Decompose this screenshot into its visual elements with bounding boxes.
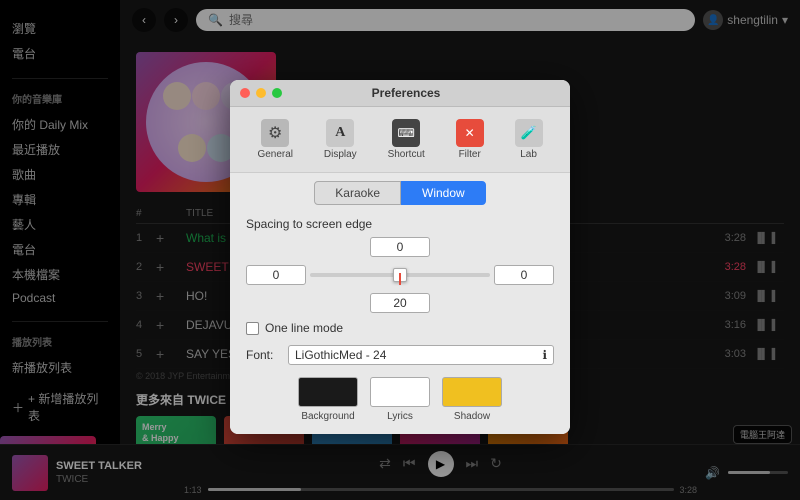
toolbar-general-label: General — [257, 149, 293, 160]
shadow-label: Shadow — [454, 411, 490, 422]
general-icon: ⚙ — [261, 119, 289, 147]
toolbar-filter[interactable]: ✕ Filter — [448, 115, 492, 164]
background-label: Background — [301, 411, 354, 422]
spacing-bottom-row — [246, 293, 554, 313]
modal-titlebar: Preferences — [230, 80, 570, 107]
spacing-label: Spacing to screen edge — [246, 217, 554, 231]
shortcut-icon: ⌨ — [392, 119, 420, 147]
font-value: LiGothicMed - 24 — [295, 348, 386, 362]
spacing-top-input[interactable] — [370, 237, 430, 257]
font-row: Font: LiGothicMed - 24 ℹ — [246, 345, 554, 365]
modal-toolbar: ⚙ General A Display ⌨ Shortcut ✕ Filter … — [230, 107, 570, 173]
tab-karaoke[interactable]: Karaoke — [314, 181, 401, 205]
one-line-mode-checkbox[interactable] — [246, 322, 259, 335]
filter-icon: ✕ — [456, 119, 484, 147]
spacing-left-input[interactable] — [246, 265, 306, 285]
font-select-icon: ℹ — [542, 348, 547, 362]
color-row: Background Lyrics Shadow — [246, 377, 554, 422]
color-background: Background — [298, 377, 358, 422]
one-line-mode-label: One line mode — [265, 321, 343, 335]
font-label: Font: — [246, 348, 282, 362]
modal-content-tabs: Karaoke Window — [230, 173, 570, 205]
toolbar-shortcut[interactable]: ⌨ Shortcut — [380, 115, 433, 164]
modal-overlay[interactable]: Preferences ⚙ General A Display ⌨ Shortc… — [0, 0, 800, 500]
slider-line — [399, 273, 401, 285]
modal-body: Spacing to screen edge One — [230, 205, 570, 434]
lab-icon: 🧪 — [515, 119, 543, 147]
lyrics-swatch[interactable] — [370, 377, 430, 407]
lyrics-label: Lyrics — [387, 411, 413, 422]
font-select[interactable]: LiGothicMed - 24 ℹ — [288, 345, 554, 365]
one-line-mode-row: One line mode — [246, 321, 554, 335]
spacing-top-row — [246, 237, 554, 257]
spacing-bottom-input[interactable] — [370, 293, 430, 313]
toolbar-lab[interactable]: 🧪 Lab — [507, 115, 551, 164]
spacing-lr-row — [246, 265, 554, 285]
shadow-swatch[interactable] — [442, 377, 502, 407]
color-lyrics: Lyrics — [370, 377, 430, 422]
spacing-right-input[interactable] — [494, 265, 554, 285]
modal-title: Preferences — [252, 86, 560, 100]
modal-close-button[interactable] — [240, 88, 250, 98]
toolbar-filter-label: Filter — [459, 149, 481, 160]
toolbar-shortcut-label: Shortcut — [388, 149, 425, 160]
toolbar-display-label: Display — [324, 149, 357, 160]
toolbar-lab-label: Lab — [520, 149, 537, 160]
toolbar-display[interactable]: A Display — [316, 115, 365, 164]
color-shadow: Shadow — [442, 377, 502, 422]
spacing-slider[interactable] — [310, 273, 490, 277]
preferences-modal: Preferences ⚙ General A Display ⌨ Shortc… — [230, 80, 570, 434]
tab-window[interactable]: Window — [401, 181, 486, 205]
toolbar-general[interactable]: ⚙ General — [249, 115, 301, 164]
display-icon: A — [326, 119, 354, 147]
background-swatch[interactable] — [298, 377, 358, 407]
